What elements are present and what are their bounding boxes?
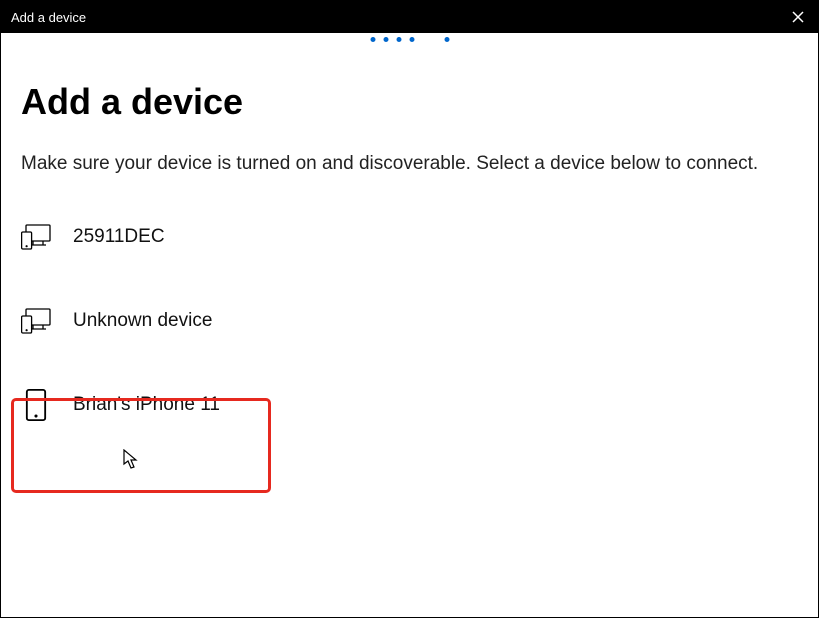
dialog-content: Add a device Make sure your device is tu… — [1, 33, 818, 442]
close-icon — [792, 11, 804, 23]
titlebar-title: Add a device — [11, 10, 86, 25]
monitor-phone-icon — [21, 222, 51, 252]
titlebar: Add a device — [1, 1, 818, 33]
device-name-label: 25911DEC — [73, 226, 165, 248]
cursor-icon — [123, 449, 141, 476]
page-heading: Add a device — [21, 81, 798, 123]
device-item-25911dec[interactable]: 25911DEC — [21, 220, 798, 254]
monitor-phone-icon — [21, 306, 51, 336]
device-list: 25911DEC Unknown device Brian's iPho — [21, 220, 798, 422]
device-item-brians-iphone[interactable]: Brian's iPhone 11 — [21, 388, 798, 422]
device-name-label: Brian's iPhone 11 — [73, 394, 220, 416]
loading-indicator — [370, 37, 449, 42]
device-name-label: Unknown device — [73, 310, 212, 332]
device-item-unknown[interactable]: Unknown device — [21, 304, 798, 338]
instruction-text: Make sure your device is turned on and d… — [21, 151, 798, 178]
phone-icon — [21, 390, 51, 420]
close-button[interactable] — [788, 7, 808, 27]
